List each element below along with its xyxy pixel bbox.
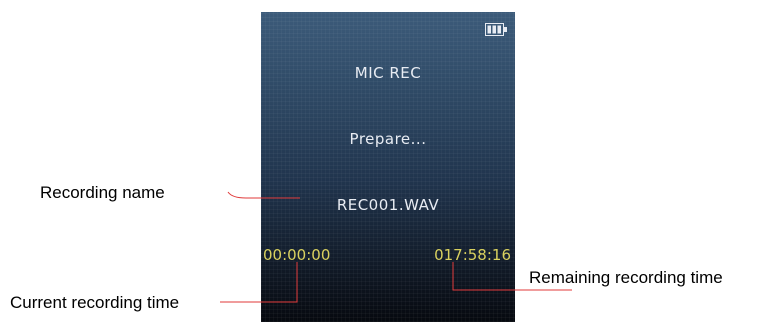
callout-recording-name: Recording name: [40, 183, 165, 202]
screen-title: MIC REC: [354, 64, 422, 82]
battery-full-icon: [485, 23, 507, 36]
current-recording-time: 00:00:00: [263, 246, 331, 264]
remaining-recording-time: 017:58:16: [434, 246, 511, 264]
callout-remaining-recording-time: Remaining recording time: [529, 268, 723, 287]
device-screen: MIC REC Prepare... REC001.WAV 00:00:00 0…: [261, 12, 515, 322]
callout-current-recording-time: Current recording time: [10, 293, 180, 312]
recording-filename: REC001.WAV: [336, 196, 440, 214]
recording-status: Prepare...: [349, 130, 427, 148]
